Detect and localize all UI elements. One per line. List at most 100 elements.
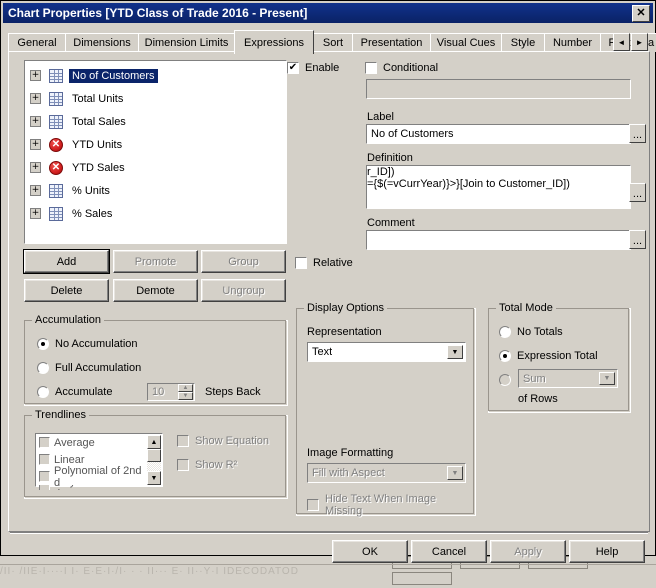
steps-back-stepper[interactable]: 10 ▲ ▼ [147, 383, 195, 401]
radio-accumulate[interactable]: Accumulate [37, 386, 112, 398]
grid-icon [49, 114, 63, 129]
radio-no-accumulation[interactable]: No Accumulation [37, 338, 138, 350]
checkbox-indicator[interactable] [39, 437, 50, 448]
expression-list-item[interactable]: + Total Units [25, 87, 286, 110]
tab-label: Expressions [244, 36, 304, 49]
tab-dimension-limits[interactable]: Dimension Limits [138, 33, 235, 52]
checkbox-relative[interactable]: Relative [295, 257, 353, 269]
delete-button[interactable]: Delete [24, 279, 109, 302]
help-button[interactable]: Help [569, 540, 645, 563]
tab-scroll-left-icon[interactable]: ◄ [613, 33, 630, 51]
ok-button[interactable]: OK [332, 540, 408, 563]
tab-presentation[interactable]: Presentation [352, 33, 431, 52]
checkbox-enable[interactable]: ✔ Enable [287, 62, 339, 74]
expression-list-item[interactable]: + ✕ YTD Units [25, 133, 286, 156]
button-label: Help [595, 545, 619, 558]
add-button[interactable]: Add [23, 249, 110, 274]
checkbox-indicator[interactable] [39, 454, 50, 465]
expand-icon[interactable]: + [30, 162, 41, 173]
tab-style[interactable]: Style [501, 33, 545, 52]
checkbox-hide-text-when-image-missing[interactable]: Hide Text When Image Missing [307, 493, 475, 517]
aggregation-select[interactable]: Sum ▼ [518, 369, 618, 388]
button-label: Demote [136, 284, 175, 297]
scrollbar-thumb[interactable] [147, 449, 161, 462]
trendline-item[interactable]: Polynomial of 2nd d [36, 465, 147, 489]
scroll-up-icon[interactable]: ▲ [147, 435, 161, 449]
conditional-input[interactable] [366, 79, 631, 99]
group-button: Group [201, 250, 286, 273]
stepper-up-icon[interactable]: ▲ [178, 384, 193, 392]
checkbox-indicator[interactable] [177, 459, 189, 471]
radio-aggregation-total[interactable] [499, 374, 511, 386]
expression-list-item[interactable]: + No of Customers [25, 64, 286, 87]
expression-item-label: No of Customers [69, 68, 158, 83]
expand-icon[interactable]: + [30, 93, 41, 104]
image-formatting-select[interactable]: Fill with Aspect ▼ [307, 463, 466, 483]
cancel-button[interactable]: Cancel [411, 540, 487, 563]
tab-dimensions[interactable]: Dimensions [65, 33, 139, 52]
trendline-item[interactable]: Polynomial of 3rd d [36, 485, 147, 490]
radio-indicator[interactable] [499, 374, 511, 386]
tab-visual-cues[interactable]: Visual Cues [430, 33, 502, 52]
chevron-down-icon[interactable]: ▼ [447, 345, 463, 359]
label-browse-button[interactable]: ... [629, 124, 646, 143]
definition-input[interactable]: r_ID]) ={$(=vCurrYear)}>}[Join to Custom… [366, 165, 631, 209]
representation-select[interactable]: Text ▼ [307, 342, 466, 362]
tab-scroll-right-icon[interactable]: ► [631, 33, 648, 51]
tab-general[interactable]: General [8, 33, 66, 52]
chart-properties-dialog: Chart Properties [YTD Class of Trade 201… [0, 0, 656, 563]
expression-list-item[interactable]: + ✕ YTD Sales [25, 156, 286, 179]
demote-button[interactable]: Demote [113, 279, 198, 302]
expand-icon[interactable]: + [30, 185, 41, 196]
tab-expressions[interactable]: Expressions [234, 30, 314, 54]
checkbox-show-equation[interactable]: Show Equation [177, 435, 269, 447]
comment-browse-button[interactable]: ... [629, 230, 646, 249]
tab-page-expressions: + No of Customers + Total Units + Total Sales… [8, 51, 650, 532]
checkbox-indicator[interactable] [39, 485, 50, 490]
expand-icon[interactable]: + [30, 139, 41, 150]
aggregation-value: Sum [523, 372, 546, 385]
radio-full-accumulation[interactable]: Full Accumulation [37, 362, 141, 374]
checkbox-indicator[interactable]: ✔ [287, 62, 299, 74]
close-icon[interactable]: ✕ [632, 4, 650, 22]
radio-indicator[interactable] [37, 338, 49, 350]
radio-indicator[interactable] [499, 350, 511, 362]
comment-input[interactable] [366, 230, 631, 250]
radio-indicator[interactable] [499, 326, 511, 338]
radio-indicator[interactable] [37, 386, 49, 398]
checkbox-indicator[interactable] [177, 435, 189, 447]
grid-icon [49, 91, 63, 106]
expression-list-item[interactable]: + % Units [25, 179, 286, 202]
checkbox-indicator[interactable] [295, 257, 307, 269]
stepper-down-icon[interactable]: ▼ [178, 392, 193, 400]
expression-list-item[interactable]: + % Sales [25, 202, 286, 225]
trendlines-list[interactable]: AverageLinearPolynomial of 2nd dPolynomi… [35, 433, 163, 490]
checkbox-label: Show Equation [195, 435, 269, 447]
expand-icon[interactable]: + [30, 116, 41, 127]
radio-indicator[interactable] [37, 362, 49, 374]
expression-list[interactable]: + No of Customers + Total Units + Total Sales… [24, 60, 287, 244]
expand-icon[interactable]: + [30, 208, 41, 219]
checkbox-conditional[interactable]: Conditional [365, 62, 438, 74]
trendline-item[interactable]: Average [36, 434, 147, 451]
tab-number[interactable]: Number [544, 33, 601, 52]
checkbox-show-r2[interactable]: Show R² [177, 459, 237, 471]
definition-browse-button[interactable]: ... [629, 183, 646, 202]
label-input[interactable]: No of Customers [366, 124, 631, 144]
stepper-arrows[interactable]: ▲ ▼ [178, 384, 193, 400]
chevron-down-icon[interactable]: ▼ [599, 372, 615, 385]
chevron-down-icon[interactable]: ▼ [447, 466, 463, 480]
tab-label: Sort [322, 37, 344, 49]
definition-line: ={$(=vCurrYear)}>}[Join to Customer_ID]) [367, 178, 570, 190]
tab-sort[interactable]: Sort [313, 33, 353, 52]
scroll-down-icon[interactable]: ▼ [147, 471, 161, 485]
radio-expression-total[interactable]: Expression Total [499, 350, 598, 362]
radio-no-totals[interactable]: No Totals [499, 326, 563, 338]
button-label: Ungroup [222, 284, 265, 297]
checkbox-indicator[interactable] [365, 62, 377, 74]
checkbox-indicator[interactable] [307, 499, 319, 511]
expand-icon[interactable]: + [30, 70, 41, 81]
trendlines-scrollbar[interactable]: ▲ ▼ [147, 435, 161, 485]
checkbox-indicator[interactable] [39, 471, 50, 482]
expression-list-item[interactable]: + Total Sales [25, 110, 286, 133]
